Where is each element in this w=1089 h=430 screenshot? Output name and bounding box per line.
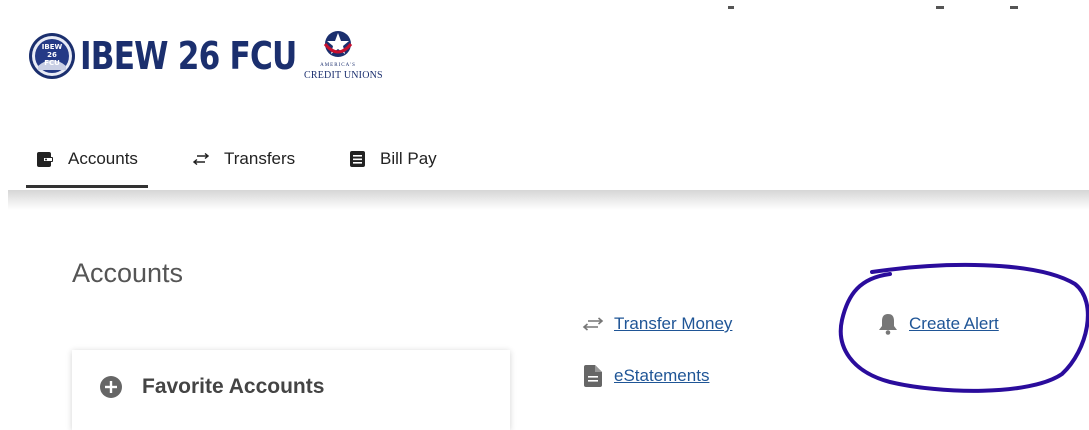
partner-logo-text: CREDIT UNIONS [304, 70, 383, 81]
bell-icon [877, 313, 899, 335]
main-nav: Accounts Transfers Bill Pay [0, 130, 1089, 192]
tab-bill-pay-label: Bill Pay [380, 149, 437, 168]
seal-text-line-1: IBEW [42, 43, 63, 51]
nav-divider-shadow [8, 190, 1089, 210]
tab-accounts-label: Accounts [68, 149, 138, 168]
create-alert-link[interactable]: Create Alert [877, 313, 999, 335]
favorite-accounts-header[interactable]: Favorite Accounts [100, 375, 324, 399]
top-edge-marks [728, 6, 1018, 9]
transfer-arrows-icon [192, 150, 210, 168]
favorite-accounts-card: Favorite Accounts [72, 350, 510, 430]
page-title: Accounts [72, 258, 184, 288]
transfer-arrows-icon [582, 313, 604, 335]
brand-logo[interactable]: IBEW 26 FCU IBEW 26 FCU [28, 28, 344, 84]
create-alert-link-label[interactable]: Create Alert [909, 314, 999, 334]
seal-text-line-3: FCU [44, 59, 60, 67]
transfer-money-link-label[interactable]: Transfer Money [614, 314, 732, 334]
seal-text-line-2: 26 [47, 51, 57, 59]
tab-transfers[interactable]: Transfers [192, 130, 295, 188]
plus-circle-icon[interactable] [100, 376, 122, 398]
wallet-icon [36, 150, 54, 168]
ibew-seal-icon: IBEW 26 FCU [29, 33, 75, 79]
document-icon [582, 365, 604, 387]
tab-transfers-label: Transfers [224, 149, 296, 168]
partner-logo-small-text: AMERICA'S [320, 63, 356, 68]
favorite-accounts-title: Favorite Accounts [142, 375, 325, 398]
logo-text: IBEW 26 FCU [80, 34, 297, 78]
estatements-link[interactable]: eStatements [582, 365, 709, 387]
tab-bill-pay[interactable]: Bill Pay [348, 130, 437, 188]
bill-icon [348, 150, 366, 168]
transfer-money-link[interactable]: Transfer Money [582, 313, 732, 335]
estatements-link-label[interactable]: eStatements [614, 366, 709, 386]
tab-accounts[interactable]: Accounts [26, 130, 148, 188]
